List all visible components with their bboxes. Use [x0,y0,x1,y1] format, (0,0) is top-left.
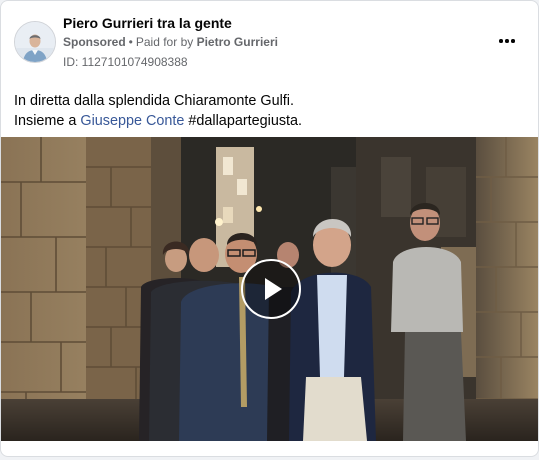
post-text-prefix: Insieme a [14,113,81,129]
meta-separator: • [128,35,133,49]
ad-post-card: Piero Gurrieri tra la gente Sponsored • Pa… [0,0,539,457]
ad-id: ID: 1127101074908388 [63,55,188,69]
more-options-icon-dot [505,39,509,43]
hashtag-link[interactable]: #dallapartegiusta. [188,113,302,129]
play-button[interactable] [241,259,301,319]
sponsored-meta: Sponsored • Paid for by Pietro Gurrieri [63,35,278,49]
more-options-button[interactable] [493,29,521,53]
video-media[interactable] [1,137,538,441]
mention-link[interactable]: Giuseppe Conte [80,113,184,129]
payer-name[interactable]: Pietro Gurrieri [197,35,278,49]
page-name-link[interactable]: Piero Gurrieri tra la gente [63,15,232,31]
sponsored-label: Sponsored [63,35,126,49]
post-text-line2: Insieme a Giuseppe Conte #dallapartegius… [14,111,524,131]
avatar-photo [15,22,55,62]
play-icon [265,278,282,300]
profile-avatar[interactable] [14,21,56,63]
more-options-icon-dot [511,39,515,43]
post-text: In diretta dalla splendida Chiaramonte G… [14,91,524,131]
more-options-icon [499,39,503,43]
post-text-line1: In diretta dalla splendida Chiaramonte G… [14,93,294,109]
paid-for-prefix: Paid for by [135,35,194,49]
